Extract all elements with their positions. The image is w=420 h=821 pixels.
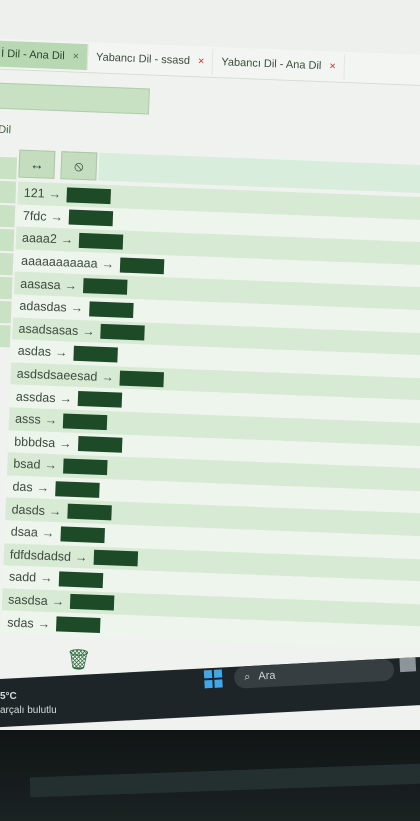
- redacted-translation: [100, 324, 146, 341]
- word-text: dsaa: [10, 524, 39, 540]
- redacted-translation: [60, 526, 105, 543]
- redacted-translation: [66, 187, 112, 204]
- word-text: asdsdsaeesad: [16, 366, 98, 384]
- left-cell: [0, 227, 15, 252]
- word-text: aaaaaaaaaaa: [20, 253, 98, 271]
- redacted-translation: [82, 278, 128, 295]
- block-icon: ⦸: [73, 157, 84, 174]
- redacted-translation: [67, 503, 112, 521]
- left-cell: [0, 203, 16, 228]
- weather-widget[interactable]: 5°C arçalı bulutlu: [0, 690, 57, 718]
- swap-icon: ↔: [29, 155, 45, 173]
- weather-condition: arçalı bulutlu: [0, 705, 57, 716]
- redacted-translation: [119, 370, 165, 387]
- redacted-translation: [77, 391, 123, 408]
- tab-label: İ Dil - Ana Dil: [0, 47, 65, 63]
- app-window: İ Dil - Ana Dil × Yabancı Dil - ssasd × …: [0, 0, 420, 756]
- word-text: asss: [14, 411, 42, 427]
- word-text: 121: [23, 186, 45, 201]
- left-cell: [0, 251, 14, 276]
- close-icon[interactable]: ×: [329, 60, 336, 72]
- arrow-icon: →: [36, 480, 50, 495]
- word-text: bsad: [13, 456, 41, 473]
- redacted-translation: [119, 257, 165, 274]
- arrow-icon: →: [101, 256, 115, 272]
- close-icon[interactable]: ×: [72, 51, 79, 63]
- redacted-translation: [73, 345, 118, 363]
- left-cell: [0, 275, 13, 300]
- redacted-translation: [58, 571, 103, 588]
- left-cell: [0, 155, 18, 180]
- arrow-icon: →: [44, 412, 58, 428]
- arrow-icon: →: [82, 323, 96, 339]
- arrow-icon: →: [70, 300, 84, 316]
- arrow-icon: →: [58, 436, 72, 451]
- tab-ssasd[interactable]: Yabancı Dil - ssasd ×: [87, 44, 214, 75]
- word-text: asdas: [17, 344, 52, 360]
- weather-temp: 5°C: [0, 691, 17, 702]
- word-text: bbbdsa: [13, 434, 56, 450]
- tab-label: Yabancı Dil - Ana Dil: [221, 56, 322, 73]
- redacted-translation: [69, 594, 115, 612]
- redacted-translation: [78, 232, 124, 250]
- word-list: 121 → 7fdc → aaaa2 → aaaaaaaaaaa → aasasa → adasda…: [0, 181, 420, 650]
- arrow-icon: →: [51, 594, 65, 609]
- word-text: sasdsa: [7, 592, 49, 608]
- search-icon: ⌕: [243, 670, 251, 683]
- word-text: aasasa: [20, 276, 61, 292]
- left-cell: [0, 179, 17, 204]
- swap-button[interactable]: ↔: [18, 149, 56, 179]
- left-cell: [0, 323, 11, 348]
- bezel-edge: [29, 762, 420, 798]
- arrow-icon: →: [60, 232, 74, 248]
- section-label: Dil: [0, 123, 12, 137]
- arrow-icon: →: [48, 503, 62, 519]
- arrow-icon: →: [41, 525, 55, 541]
- left-cell: [0, 299, 12, 324]
- arrow-icon: →: [64, 278, 78, 293]
- word-text: dasds: [11, 502, 46, 518]
- windows-start-icon[interactable]: [203, 669, 223, 689]
- close-icon[interactable]: ×: [198, 55, 205, 67]
- tab-ana-dil[interactable]: İ Dil - Ana Dil ×: [0, 39, 89, 71]
- word-text: aaaa2: [21, 231, 58, 247]
- redacted-translation: [55, 616, 101, 634]
- tray-icon[interactable]: [399, 657, 417, 673]
- arrow-icon: →: [74, 549, 88, 565]
- block-button[interactable]: ⦸: [60, 151, 98, 181]
- redacted-translation: [62, 413, 108, 430]
- redacted-translation: [68, 209, 114, 227]
- toolbar: ↔ ⦸: [18, 149, 98, 181]
- redacted-translation: [88, 301, 134, 318]
- arrow-icon: →: [39, 571, 53, 586]
- monitor-bezel: [0, 730, 420, 821]
- redacted-translation: [93, 550, 138, 567]
- tab-label: Yabancı Dil - ssasd: [95, 51, 191, 68]
- arrow-icon: →: [101, 369, 115, 385]
- search-label: Ara: [258, 669, 276, 683]
- word-text: asadsasas: [18, 321, 79, 338]
- arrow-icon: →: [37, 616, 51, 631]
- word-text: das: [12, 479, 33, 495]
- word-text: adasdas: [19, 298, 67, 315]
- tab-yabanci-ana[interactable]: Yabancı Dil - Ana Dil ×: [212, 48, 346, 80]
- word-text: 7fdc: [22, 208, 47, 224]
- redacted-translation: [77, 436, 122, 454]
- arrow-icon: →: [54, 345, 68, 361]
- word-text: sadd: [8, 569, 37, 585]
- trash-icon[interactable]: 🗑: [65, 647, 91, 673]
- arrow-icon: →: [50, 209, 64, 225]
- word-text: assdas: [15, 389, 56, 405]
- arrow-icon: →: [59, 390, 73, 406]
- arrow-icon: →: [44, 458, 58, 473]
- redacted-translation: [54, 480, 100, 498]
- word-input[interactable]: [0, 81, 150, 115]
- word-text: fdfdsdadsd: [9, 547, 72, 564]
- word-text: sdas: [7, 615, 34, 631]
- arrow-icon: →: [48, 187, 62, 202]
- redacted-translation: [62, 458, 108, 476]
